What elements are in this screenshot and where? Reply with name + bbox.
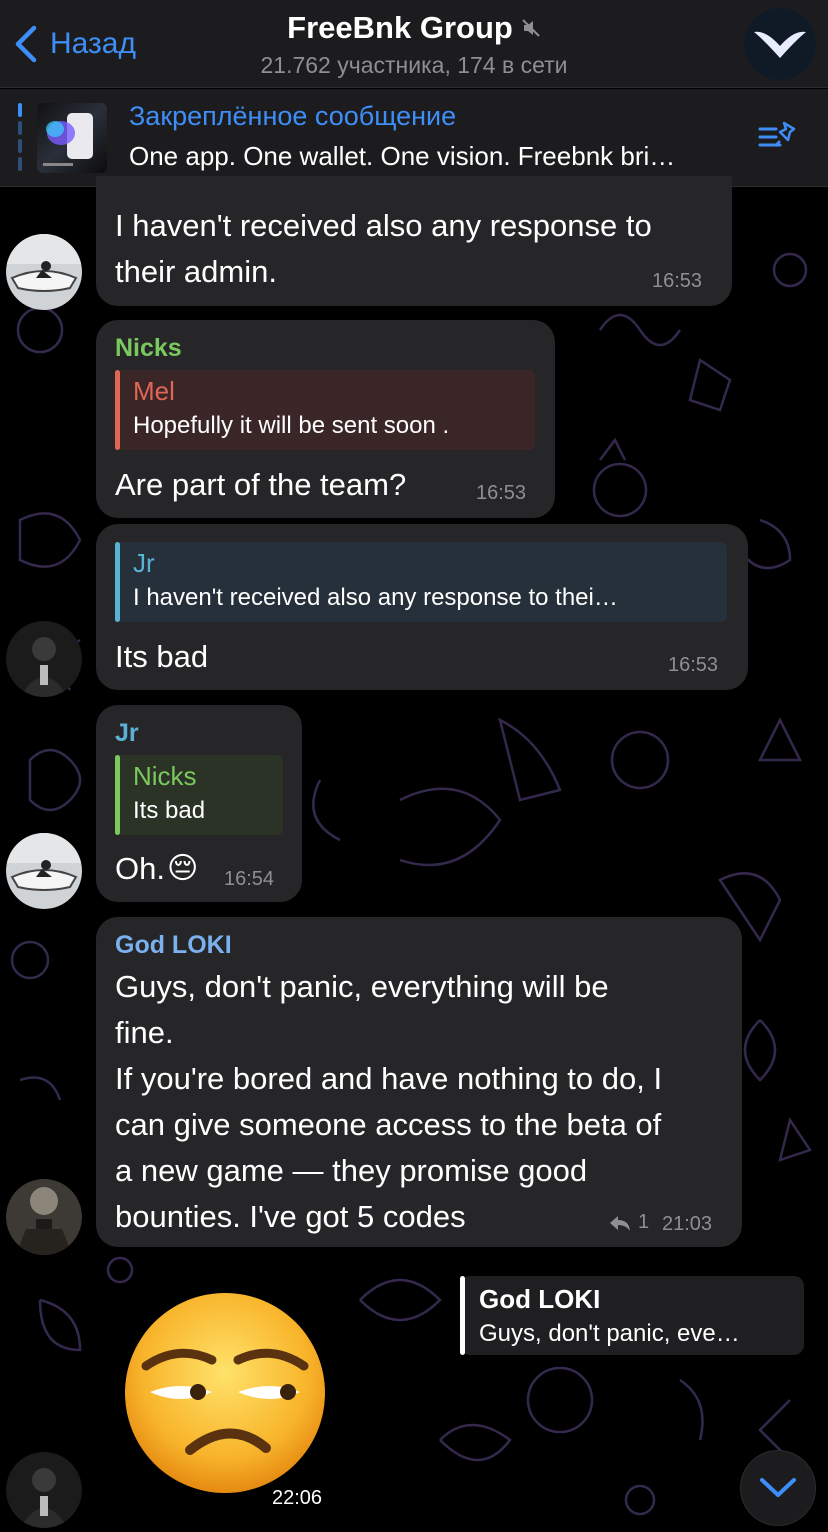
message-time: 16:53 [476,482,527,504]
message-text: Its bad [115,639,209,674]
avatar-dark-figure[interactable] [6,1452,82,1528]
avatar-jetski[interactable] [6,234,82,310]
avatar-loki[interactable] [6,1179,82,1255]
pinned-message-bar[interactable]: Закреплённое сообщение One app. One wall… [0,89,828,187]
reply-name: Nicks [133,761,197,791]
avatar-jetski[interactable] [6,833,82,909]
sender-name: Nicks [115,334,182,362]
muted-icon [522,19,540,37]
message-bubble-3[interactable]: Jr I haven't received also any response … [96,524,748,690]
pensive-face-emoji: 😔 [166,852,199,885]
message-text-line: I haven't received also any response to [115,208,652,243]
reply-name: Mel [133,376,175,406]
message-text-line: If you're bored and have nothing to do, … [115,1061,663,1096]
freebnk-logo-icon [754,31,806,58]
message-bubble-5[interactable]: God LOKI Guys, don't panic, everything w… [96,917,742,1247]
reply-arrow-icon [610,1215,630,1231]
sticker-time: 22:06 [272,1487,323,1509]
avatar-dark-figure[interactable] [6,621,82,697]
back-button[interactable]: Назад [14,22,136,66]
reply-preview[interactable]: Jr I haven't received also any response … [115,542,727,622]
reply-quote-bubble[interactable]: God LOKI Guys, don't panic, eve… [460,1276,804,1355]
reply-name: Jr [133,548,155,578]
message-bubble-4[interactable]: Jr Nicks Its bad Oh. 😔 16:54 [96,705,302,902]
reply-count[interactable]: 1 [608,1211,649,1234]
sender-name: Jr [115,719,139,747]
reply-text: I haven't received also any response to … [133,584,618,611]
reply-text: Guys, don't panic, eve… [479,1320,740,1347]
back-label: Назад [50,27,136,60]
pinned-list-icon[interactable] [758,119,798,153]
message-text-line: bounties. I've got 5 codes [115,1199,466,1234]
message-text: Are part of the team? [115,467,407,502]
reply-preview[interactable]: Nicks Its bad [115,755,283,835]
chat-title: FreeBnk Group [287,10,513,45]
message-time: 16:54 [224,868,275,890]
scroll-to-bottom-button[interactable] [740,1450,816,1526]
message-text-line: fine. [115,1015,174,1050]
reply-preview[interactable]: Mel Hopefully it will be sent soon . [115,370,535,450]
message-time: 16:53 [652,270,703,292]
message-text: Oh. [115,851,165,886]
chevron-left-icon [15,25,37,63]
message-time: 16:53 [668,654,719,676]
pinned-title: Закреплённое сообщение [129,101,457,131]
group-avatar[interactable] [744,8,816,80]
sender-name: God LOKI [115,931,232,959]
unamused-face-sticker[interactable] [120,1288,330,1498]
unamused-face-icon [125,1293,325,1493]
message-text-line: a new game — they promise good [115,1153,588,1188]
message-bubble-2[interactable]: Nicks Mel Hopefully it will be sent soon… [96,320,555,518]
message-text-line: can give someone access to the beta of [115,1107,662,1142]
message-time: 21:03 [662,1213,713,1235]
pinned-thumbnail [37,103,107,173]
pinned-text: One app. One wallet. One vision. Freebnk… [129,141,676,171]
chevron-down-icon [760,1478,796,1497]
message-bubble-1[interactable]: I haven't received also any response to … [96,176,732,306]
chat-header: Назад FreeBnk Group 21.762 участника, 17… [0,0,828,88]
message-text-line: their admin. [115,254,277,289]
reply-text: Its bad [133,797,206,824]
message-text-line: Guys, don't panic, everything will be [115,969,609,1004]
pinned-indicator [18,103,22,173]
chat-title-area[interactable]: FreeBnk Group 21.762 участника, 174 в се… [160,10,668,79]
reply-name: God LOKI [479,1284,601,1314]
chat-subtitle: 21.762 участника, 174 в сети [260,52,568,78]
reply-text: Hopefully it will be sent soon . [133,412,450,439]
